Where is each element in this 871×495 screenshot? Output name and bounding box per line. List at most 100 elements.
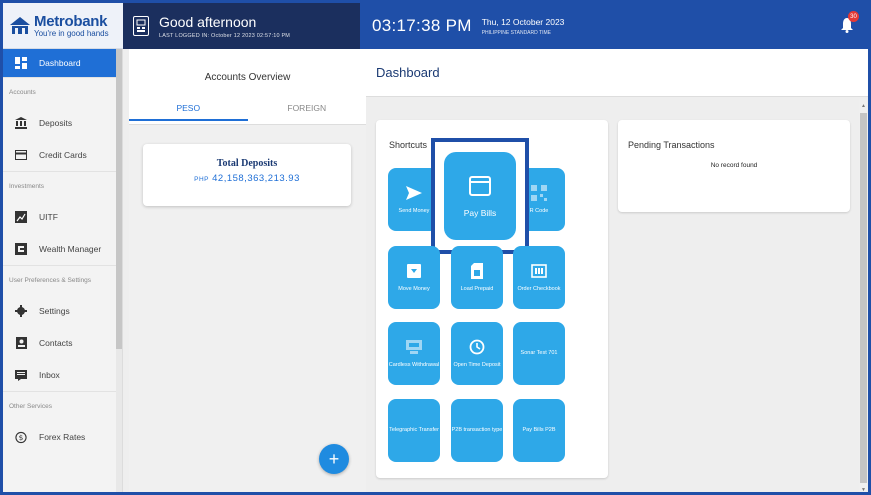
clock-bar: 03:17:38 PM Thu, 12 October 2023 PHILIPP…: [360, 3, 868, 49]
notification-count-badge: 30: [848, 11, 859, 22]
pending-transactions-card: Pending Transactions No record found: [618, 120, 850, 212]
sidebar-item-uitf[interactable]: UITF: [3, 201, 122, 233]
page-title: Dashboard: [366, 49, 868, 97]
pending-transactions-title: Pending Transactions: [628, 140, 715, 150]
shortcut-label: Load Prepaid: [460, 286, 494, 293]
credit-card-icon: [15, 149, 27, 161]
shortcut-label: P2B transaction type: [451, 427, 503, 434]
highlight-box: Pay Bills: [431, 138, 529, 254]
scroll-down-arrow-icon[interactable]: ▼: [861, 487, 866, 492]
shortcut-label: Pay Bills P2B: [522, 427, 556, 434]
shortcuts-card: Shortcuts Send Money R Code Pay Bills Mo…: [376, 120, 608, 478]
main-scroll-thumb[interactable]: [860, 113, 867, 483]
shortcut-label: Sonar Test 701: [520, 350, 558, 357]
sidebar: Dashboard Accounts Deposits Credit Cards…: [3, 49, 123, 492]
shortcut-order-checkbook[interactable]: Order Checkbook: [513, 246, 565, 309]
dashboard-icon: [15, 57, 27, 69]
metrobank-logo-icon: [10, 16, 30, 34]
add-button[interactable]: +: [319, 444, 349, 474]
timer-icon: [468, 338, 486, 356]
total-deposits-label: Total Deposits: [216, 158, 278, 169]
shortcut-label: R Code: [529, 208, 549, 215]
currency-tabs: PESO FOREIGN: [129, 103, 366, 121]
shortcut-cardless-withdrawal[interactable]: Cardless Withdrawal: [388, 322, 440, 385]
greeting-panel: Good afternoon LAST LOGGED IN: October 1…: [123, 3, 360, 49]
send-icon: [405, 184, 423, 202]
shortcut-telegraphic-transfer[interactable]: Telegraphic Transfer: [388, 399, 440, 462]
sidebar-item-dashboard[interactable]: Dashboard: [3, 49, 122, 77]
sidebar-item-wealth-manager[interactable]: Wealth Manager: [3, 233, 122, 265]
sidebar-item-label: Inbox: [39, 370, 60, 380]
qr-code-icon: [530, 184, 548, 202]
accounts-overview-title: Accounts Overview: [204, 72, 291, 83]
tab-foreign[interactable]: FOREIGN: [248, 103, 367, 121]
accounts-overview-panel: Accounts Overview PESO FOREIGN Total Dep…: [129, 49, 366, 492]
main-scrollbar[interactable]: [859, 99, 868, 492]
top-header: Metrobank You're in good hands Good afte…: [3, 3, 868, 49]
shortcut-label: Telegraphic Transfer: [389, 427, 439, 434]
sidebar-section-accounts: Accounts: [3, 77, 122, 107]
sidebar-item-contacts[interactable]: Contacts: [3, 327, 122, 359]
sidebar-item-credit-cards[interactable]: Credit Cards: [3, 139, 122, 171]
clock-date: Thu, 12 October 2023: [481, 16, 565, 27]
sidebar-item-settings[interactable]: Settings: [3, 295, 122, 327]
shortcut-label: Send Money: [398, 208, 430, 215]
greeting-title: Good afternoon: [159, 13, 257, 30]
sidebar-section-investments: Investments: [3, 171, 122, 201]
shortcut-move-money[interactable]: Move Money: [388, 246, 440, 309]
shortcut-label: Pay Bills: [463, 207, 497, 218]
qr-id-icon: [133, 16, 149, 36]
shortcut-load-prepaid[interactable]: Load Prepaid: [451, 246, 503, 309]
svg-text:$: $: [19, 433, 24, 442]
atm-icon: [405, 338, 423, 356]
sidebar-section-preferences: User Preferences & Settings: [3, 265, 122, 295]
tab-peso[interactable]: PESO: [129, 103, 248, 121]
contacts-icon: [15, 337, 27, 349]
brand-tagline: You're in good hands: [34, 28, 109, 38]
sidebar-scroll-thumb[interactable]: [116, 49, 122, 349]
move-money-icon: [405, 262, 423, 280]
brand-name: Metrobank: [34, 12, 108, 30]
bank-icon: [15, 117, 27, 129]
app-window: Metrobank You're in good hands Good afte…: [0, 0, 871, 495]
shortcut-sonar-test[interactable]: Sonar Test 701: [513, 322, 565, 385]
total-deposits-amount: PHP 42,158,363,213.93: [143, 173, 351, 184]
brand-logo[interactable]: Metrobank You're in good hands: [3, 3, 123, 49]
inbox-icon: [15, 369, 27, 381]
sidebar-item-deposits[interactable]: Deposits: [3, 107, 122, 139]
scroll-up-arrow-icon[interactable]: ▲: [861, 103, 866, 109]
currency-code: PHP: [194, 176, 209, 183]
sim-card-icon: [468, 262, 486, 280]
pending-empty-message: No record found: [710, 162, 758, 169]
wealth-icon: [15, 243, 27, 255]
notifications-button[interactable]: 30: [840, 11, 859, 33]
last-logged-in: LAST LOGGED IN: October 12 2023 02:57:10…: [159, 32, 291, 39]
amount-value: 42,158,363,213.93: [212, 173, 300, 184]
shortcut-label: Order Checkbook: [517, 286, 561, 293]
sidebar-item-forex-rates[interactable]: $ Forex Rates: [3, 421, 122, 453]
total-deposits-card[interactable]: Total Deposits PHP 42,158,363,213.93: [143, 144, 351, 206]
sidebar-scrollbar[interactable]: [116, 49, 122, 492]
shortcut-open-time-deposit[interactable]: Open Time Deposit: [451, 322, 503, 385]
shortcut-label: Cardless Withdrawal: [388, 362, 440, 369]
sidebar-item-label: Dashboard: [39, 58, 81, 68]
clock-timezone: PHILIPPINE STANDARD TIME: [481, 29, 551, 36]
sidebar-item-label: Forex Rates: [39, 432, 86, 442]
shortcut-pay-bills-p2b[interactable]: Pay Bills P2B: [513, 399, 565, 462]
chart-icon: [15, 211, 27, 223]
dashboard-main: Dashboard Shortcuts Send Money R Code Pa…: [366, 49, 868, 492]
sidebar-item-label: UITF: [39, 212, 58, 222]
sidebar-item-label: Credit Cards: [39, 150, 87, 160]
dollar-circle-icon: $: [15, 431, 27, 443]
sidebar-item-inbox[interactable]: Inbox: [3, 359, 122, 391]
sidebar-item-label: Settings: [39, 306, 70, 316]
sidebar-item-label: Contacts: [39, 338, 73, 348]
shortcut-label: Open Time Deposit: [453, 362, 501, 369]
checkbook-icon: [530, 262, 548, 280]
clock-time: 03:17:38 PM: [372, 16, 472, 35]
shortcut-label: Move Money: [398, 286, 430, 293]
sidebar-section-other: Other Services: [3, 391, 122, 421]
shortcut-p2b-transaction[interactable]: P2B transaction type: [451, 399, 503, 462]
shortcut-pay-bills[interactable]: Pay Bills: [444, 152, 516, 240]
sidebar-item-label: Wealth Manager: [39, 244, 102, 254]
